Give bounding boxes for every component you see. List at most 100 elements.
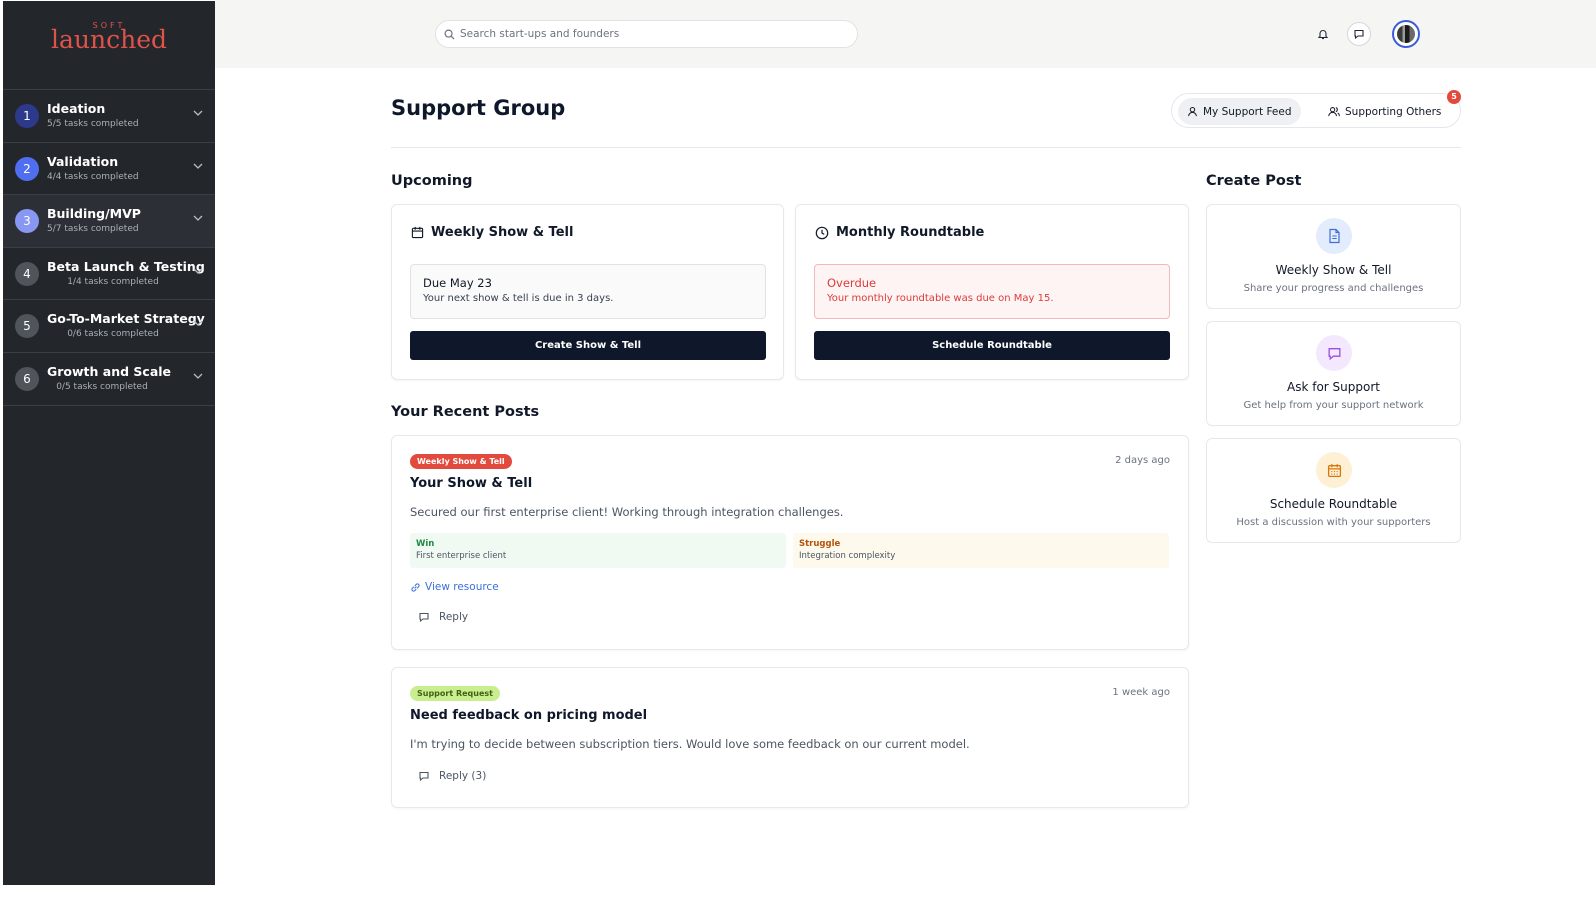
recent-posts-heading: Your Recent Posts: [391, 404, 540, 420]
stage-title: Go-To-Market Strategy: [47, 311, 205, 327]
post-card: Weekly Show & Tell 2 days ago Your Show …: [391, 435, 1189, 650]
document-icon: [1316, 218, 1352, 254]
stage-title: Growth and Scale: [47, 363, 172, 379]
search-input[interactable]: [460, 25, 840, 43]
page-title: Support Group: [391, 96, 566, 120]
stage-title: Ideation: [47, 101, 106, 116]
struggle-label: Struggle: [799, 539, 841, 549]
post-title[interactable]: Need feedback on pricing model: [410, 708, 647, 723]
reply-button[interactable]: Reply (3): [418, 770, 486, 782]
schedule-roundtable-button[interactable]: Schedule Roundtable: [814, 331, 1170, 360]
win-label: Win: [416, 539, 435, 549]
stage-title: Building/MVP: [47, 206, 141, 222]
notifications-button[interactable]: [1311, 22, 1335, 46]
chevron-down-icon[interactable]: [193, 108, 203, 118]
overdue-notice: Overdue Your monthly roundtable was due …: [814, 264, 1170, 319]
clock-icon: [815, 226, 829, 239]
stage-number-badge: 1: [15, 104, 39, 128]
chevron-down-icon[interactable]: [193, 371, 203, 381]
create-show-tell-button[interactable]: Create Show & Tell: [410, 331, 766, 360]
post-timestamp: 1 week ago: [1112, 687, 1170, 698]
tab-label: My Support Feed: [1203, 105, 1292, 118]
search-icon: [444, 29, 455, 40]
chevron-down-icon[interactable]: [193, 266, 203, 276]
card-title-text: Weekly Show & Tell: [431, 225, 574, 240]
stage-progress: 5/5 tasks completed: [47, 119, 139, 129]
due-notice: Due May 23 Your next show & tell is due …: [410, 264, 766, 319]
overdue-status: Overdue: [827, 276, 877, 290]
card-title: Monthly Roundtable: [815, 225, 984, 240]
sidebar-item-go-to-market[interactable]: 5 Go-To-Market Strategy 0/6 tasks comple…: [3, 300, 215, 353]
stage-progress: 5/7 tasks completed: [47, 224, 139, 235]
create-schedule-roundtable[interactable]: Schedule Roundtable Host a discussion wi…: [1206, 438, 1461, 543]
overdue-message: Your monthly roundtable was due on May 1…: [827, 293, 1054, 304]
stage-title: Beta Launch & Testing: [47, 258, 205, 274]
tab-supporting-others[interactable]: Supporting Others: [1319, 98, 1450, 125]
create-card-title: Ask for Support: [1287, 380, 1380, 394]
stage-number-badge: 4: [15, 261, 39, 286]
feed-toggle: My Support Feed Supporting Others: [1171, 93, 1461, 128]
struggle-box: Struggle Integration complexity: [793, 533, 1169, 568]
calendar-icon: [1316, 452, 1352, 488]
card-title-text: Monthly Roundtable: [836, 225, 985, 240]
messages-button[interactable]: [1347, 22, 1371, 46]
calendar-icon: [411, 226, 424, 239]
upcoming-heading: Upcoming: [391, 173, 473, 189]
due-date: Due May 23: [423, 276, 492, 290]
view-resource-link[interactable]: View resource: [410, 581, 499, 593]
struggle-text: Integration complexity: [799, 551, 896, 561]
chevron-down-icon[interactable]: [193, 318, 203, 328]
due-message: Your next show & tell is due in 3 days.: [423, 293, 614, 304]
create-card-title: Weekly Show & Tell: [1275, 263, 1392, 277]
sidebar-item-ideation[interactable]: 1 Ideation 5/5 tasks completed: [3, 90, 215, 143]
chat-icon: [1316, 335, 1352, 371]
post-body: I'm trying to decide between subscriptio…: [410, 737, 970, 751]
brand-logo[interactable]: SOFT launched: [3, 1, 215, 90]
post-card: Support Request 1 week ago Need feedback…: [391, 667, 1189, 808]
users-icon: [1328, 107, 1340, 117]
avatar[interactable]: [1392, 20, 1420, 48]
create-card-title: Schedule Roundtable: [1269, 497, 1398, 511]
reply-button[interactable]: Reply: [418, 611, 468, 623]
stage-number-badge: 2: [15, 156, 39, 181]
avatar-image: [1397, 25, 1415, 43]
chat-icon: [1354, 29, 1364, 40]
tab-label: Supporting Others: [1345, 105, 1442, 118]
stage-number-badge: 3: [15, 209, 39, 234]
post-title[interactable]: Your Show & Tell: [410, 476, 532, 491]
post-body: Secured our first enterprise client! Wor…: [410, 505, 844, 519]
stage-progress: 1/4 tasks completed: [67, 276, 159, 287]
post-timestamp: 2 days ago: [1115, 455, 1170, 466]
reply-label: Reply: [439, 611, 469, 623]
header-divider: [391, 147, 1461, 148]
notification-count-badge: 5: [1447, 90, 1461, 104]
sidebar-item-growth-scale[interactable]: 6 Growth and Scale 0/5 tasks completed: [3, 353, 215, 406]
sidebar-item-building-mvp[interactable]: 3 Building/MVP 5/7 tasks completed: [3, 195, 215, 248]
tab-my-support-feed[interactable]: My Support Feed: [1178, 98, 1301, 125]
search-box[interactable]: [435, 20, 858, 48]
stage-number-badge: 5: [15, 314, 39, 339]
create-card-subtitle: Share your progress and challenges: [1243, 283, 1424, 294]
upcoming-show-tell-card: Weekly Show & Tell Due May 23 Your next …: [391, 204, 784, 380]
sidebar-item-beta-launch[interactable]: 4 Beta Launch & Testing 1/4 tasks comple…: [3, 248, 215, 301]
view-resource-label: View resource: [425, 581, 499, 593]
create-weekly-show-tell[interactable]: Weekly Show & Tell Share your progress a…: [1206, 204, 1461, 309]
stage-progress: 4/4 tasks completed: [47, 171, 139, 182]
bell-icon: [1317, 30, 1329, 40]
reply-label: Reply (3): [439, 770, 487, 782]
create-card-subtitle: Get help from your support network: [1243, 400, 1424, 411]
create-post-heading: Create Post: [1206, 173, 1302, 189]
sidebar-item-validation[interactable]: 2 Validation 4/4 tasks completed: [3, 143, 215, 196]
card-title: Weekly Show & Tell: [411, 225, 573, 240]
chevron-down-icon[interactable]: [193, 213, 203, 223]
app-root: SOFT launched 1 Ideation 5/5 tasks compl…: [0, 0, 1596, 901]
stage-number-badge: 6: [15, 366, 39, 391]
create-ask-for-support[interactable]: Ask for Support Get help from your suppo…: [1206, 321, 1461, 426]
user-icon: [1188, 106, 1197, 117]
stage-progress: 0/6 tasks completed: [67, 329, 159, 340]
win-text: First enterprise client: [416, 551, 507, 561]
win-box: Win First enterprise client: [410, 533, 786, 568]
stage-title: Validation: [47, 153, 119, 169]
top-bar: [215, 0, 1596, 68]
chevron-down-icon[interactable]: [193, 161, 203, 171]
